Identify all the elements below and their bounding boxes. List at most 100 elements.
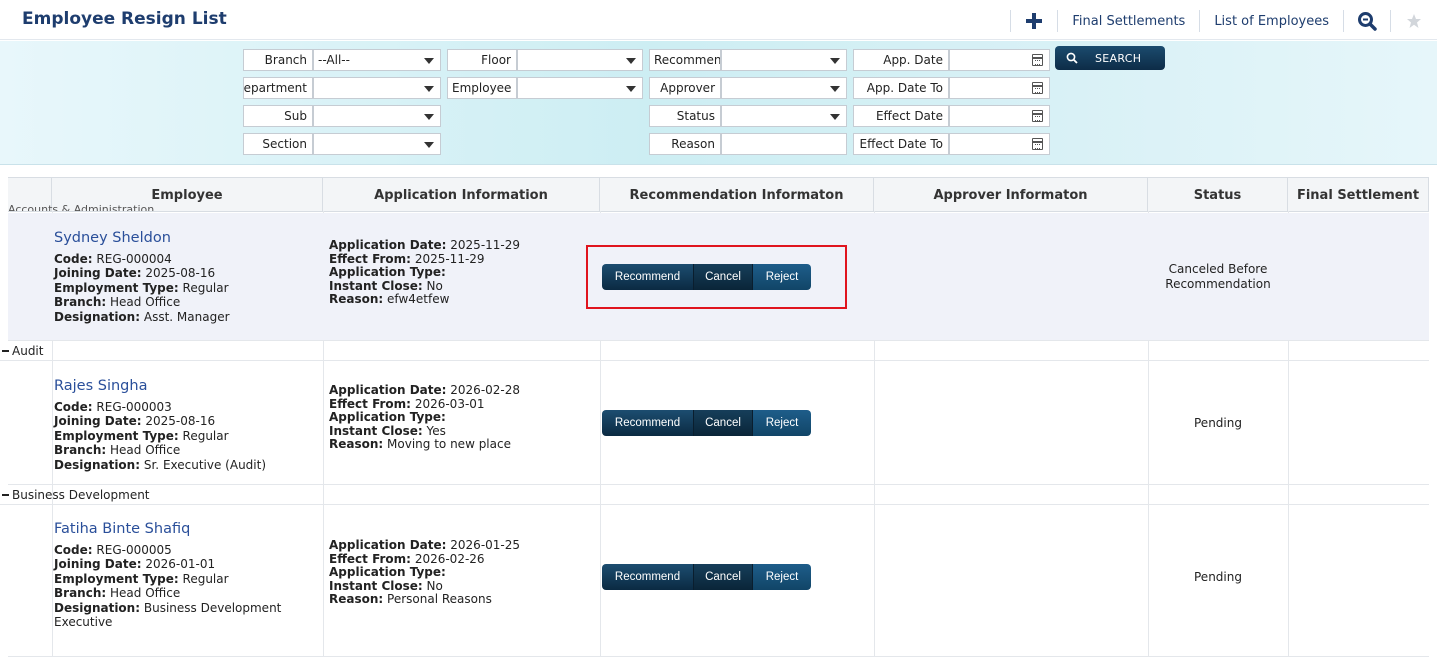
cancel-button[interactable]: Cancel	[693, 410, 752, 436]
field-label: Branch:	[54, 586, 107, 600]
action-buttons: Recommend Cancel Reject	[602, 410, 811, 436]
employee-cell: Rajes Singha Code: REG-000003 Joining Da…	[54, 379, 266, 472]
column-header-recommendation[interactable]: Recommendation Informaton	[600, 178, 874, 212]
group-header-business-development[interactable]: Business Development	[0, 485, 1429, 505]
effect-from: 2026-03-01	[414, 396, 485, 411]
approver-label: Approver	[649, 77, 721, 99]
chevron-down-icon	[424, 114, 434, 120]
app-date-input[interactable]	[949, 49, 1050, 71]
app-date-label: App. Date	[853, 49, 949, 71]
collapse-icon[interactable]	[2, 349, 9, 352]
application-info-cell: Application Date: 2026-01-25 Effect From…	[329, 538, 520, 607]
sub-select[interactable]	[313, 105, 441, 127]
approver-select[interactable]	[721, 77, 847, 99]
field-label: Designation:	[54, 457, 141, 472]
employment-type: Regular	[182, 571, 229, 586]
effect-date-input[interactable]	[949, 105, 1050, 127]
recommend-button[interactable]: Recommend	[602, 564, 693, 590]
chevron-down-icon	[830, 86, 840, 92]
field-label: Application Date:	[329, 238, 447, 252]
search-toggle-button[interactable]	[1344, 7, 1390, 35]
calendar-icon[interactable]	[1032, 110, 1043, 122]
instant-close: Yes	[426, 423, 446, 438]
chevron-down-icon	[830, 114, 840, 120]
effect-date-to-label: Effect Date To	[853, 133, 949, 155]
section-select[interactable]	[313, 133, 441, 155]
status-text: Pending	[1194, 416, 1242, 430]
field-label: Effect From:	[329, 396, 411, 411]
star-icon	[1407, 14, 1421, 28]
field-label: Application Type:	[329, 265, 446, 279]
floor-select[interactable]	[517, 49, 643, 71]
collapse-icon[interactable]	[2, 493, 9, 496]
toolbar: Final Settlements List of Employees	[1010, 6, 1437, 36]
status-label: Status	[649, 105, 721, 127]
field-label: Application Type:	[329, 410, 446, 424]
top-bar: Employee Resign List Final Settlements L…	[0, 0, 1437, 40]
reject-button[interactable]: Reject	[752, 564, 811, 590]
designation-value: Business Development	[143, 600, 282, 615]
employee-code: REG-000005	[96, 542, 172, 557]
field-label: Reason:	[329, 437, 384, 451]
employee-name-link[interactable]: Fatiha Binte Shafiq	[54, 522, 281, 537]
field-label: Designation:	[54, 600, 141, 615]
column-header-final-settlement[interactable]: Final Settlement	[1288, 178, 1429, 212]
chevron-down-icon	[626, 58, 636, 64]
app-date-to-input[interactable]	[949, 77, 1050, 99]
column-header-status[interactable]: Status	[1148, 178, 1288, 212]
field-label: Designation:	[54, 309, 141, 324]
magnifier-icon	[1358, 12, 1377, 31]
chevron-down-icon	[424, 58, 434, 64]
joining-date: 2026-01-01	[145, 557, 216, 571]
calendar-icon[interactable]	[1032, 54, 1043, 66]
status-text: Pending	[1194, 570, 1242, 584]
cancel-button[interactable]: Cancel	[693, 564, 752, 590]
effect-from: 2025-11-29	[414, 251, 485, 266]
branch-select-value: --All--	[318, 53, 350, 67]
reason-input[interactable]	[721, 133, 847, 155]
branch-value: Head Office	[110, 443, 181, 457]
field-label: Instant Close:	[329, 578, 423, 593]
status-cell: Canceled Before Recommendation	[1148, 262, 1288, 292]
reject-button[interactable]: Reject	[752, 410, 811, 436]
designation-value-cont: Executive	[54, 615, 113, 629]
field-label: Joining Date:	[54, 414, 142, 428]
branch-select[interactable]: --All--	[313, 49, 441, 71]
calendar-icon[interactable]	[1032, 82, 1043, 94]
group-header-audit[interactable]: Audit	[0, 341, 1429, 361]
field-label: Effect From:	[329, 551, 411, 566]
column-header-application[interactable]: Application Information	[323, 178, 600, 212]
field-label: Branch:	[54, 295, 107, 309]
status-text: Recommendation	[1165, 277, 1271, 291]
final-settlements-link[interactable]: Final Settlements	[1058, 14, 1199, 29]
search-icon	[1063, 49, 1081, 67]
effect-date-to-input[interactable]	[949, 133, 1050, 155]
recommend-button[interactable]: Recommend	[602, 410, 693, 436]
application-date: 2025-11-29	[450, 238, 521, 252]
field-label: Employment Type:	[54, 428, 179, 443]
calendar-icon[interactable]	[1032, 138, 1043, 150]
employee-select[interactable]	[517, 77, 643, 99]
employee-name-link[interactable]: Sydney Sheldon	[54, 231, 230, 246]
recommender-select[interactable]	[721, 49, 847, 71]
chevron-down-icon	[830, 58, 840, 64]
department-select[interactable]	[313, 77, 441, 99]
recommender-label: Recommender	[649, 49, 721, 71]
branch-label: Branch	[243, 49, 313, 71]
table-header: Employee Application Information Recomme…	[8, 178, 1429, 212]
chevron-down-icon	[424, 86, 434, 92]
employee-label: Employee	[447, 77, 517, 99]
status-select[interactable]	[721, 105, 847, 127]
application-info-cell: Application Date: 2026-02-28 Effect From…	[329, 383, 520, 452]
column-header-approver[interactable]: Approver Informaton	[874, 178, 1148, 212]
add-button[interactable]	[1011, 7, 1057, 35]
field-label: Application Date:	[329, 383, 447, 397]
list-of-employees-link[interactable]: List of Employees	[1200, 14, 1343, 29]
chevron-down-icon	[626, 86, 636, 92]
search-button[interactable]: SEARCH	[1055, 46, 1165, 70]
instant-close: No	[426, 578, 443, 593]
employee-name-link[interactable]: Rajes Singha	[54, 379, 266, 394]
favorite-button[interactable]	[1391, 7, 1437, 35]
field-label: Application Type:	[329, 565, 446, 579]
branch-value: Head Office	[110, 295, 181, 309]
